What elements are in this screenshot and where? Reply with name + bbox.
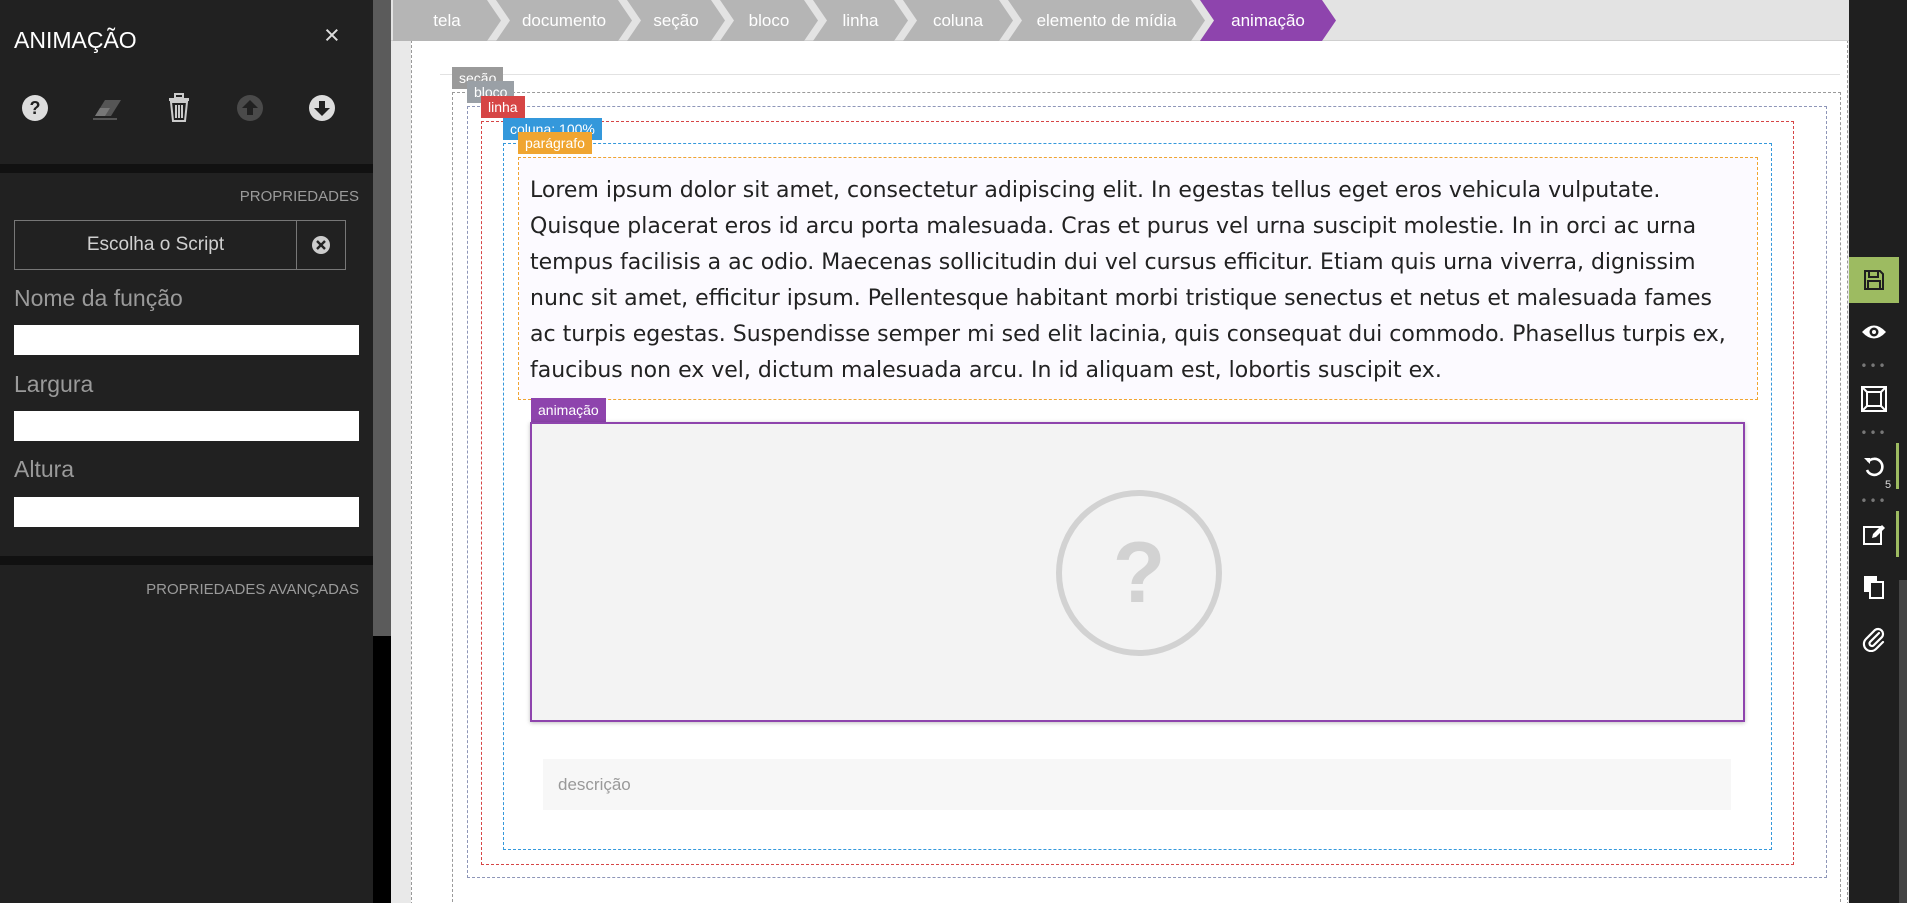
preview-icon[interactable] bbox=[1849, 309, 1899, 355]
width-input[interactable] bbox=[14, 411, 359, 441]
paragraph-text[interactable]: Lorem ipsum dolor sit amet, consectetur … bbox=[530, 173, 1730, 389]
attach-icon[interactable] bbox=[1849, 616, 1899, 662]
undo-accent bbox=[1896, 443, 1899, 489]
question-mark: ? bbox=[1112, 524, 1166, 621]
copy-icon[interactable] bbox=[1849, 564, 1899, 610]
undo-count: 5 bbox=[1885, 479, 1892, 491]
animation-element[interactable]: ? bbox=[530, 422, 1745, 722]
script-selector: Escolha o Script bbox=[14, 220, 346, 270]
toolbar-scrollbar[interactable] bbox=[1899, 580, 1907, 903]
panel-toolbar: ? bbox=[0, 90, 373, 134]
breadcrumb-item[interactable]: bloco bbox=[720, 0, 818, 41]
breadcrumb: tela documento seção bloco linha coluna … bbox=[391, 0, 1849, 41]
eraser-icon[interactable] bbox=[89, 90, 125, 126]
choose-script-button[interactable]: Escolha o Script bbox=[15, 221, 297, 269]
height-label: Altura bbox=[14, 456, 75, 482]
trash-icon[interactable] bbox=[161, 90, 197, 126]
description-input[interactable]: descrição bbox=[543, 759, 1731, 810]
breadcrumb-item[interactable]: elemento de mídia bbox=[1008, 0, 1205, 41]
move-up-icon[interactable] bbox=[232, 90, 268, 126]
close-icon[interactable]: × bbox=[324, 20, 340, 51]
properties-panel: ANIMAÇÃO × ? PROPRIEDADES Escolha o Scri… bbox=[0, 0, 373, 903]
breadcrumb-item[interactable]: documento bbox=[496, 0, 632, 41]
unknown-media-icon: ? bbox=[1056, 490, 1222, 656]
panel-title: ANIMAÇÃO bbox=[14, 27, 137, 53]
panel-divider bbox=[0, 556, 373, 565]
edit-icon[interactable] bbox=[1849, 511, 1899, 557]
help-icon[interactable]: ? bbox=[17, 90, 53, 126]
breadcrumb-item[interactable]: linha bbox=[813, 0, 908, 41]
breadcrumb-item[interactable]: seção bbox=[627, 0, 725, 41]
right-toolbar: ••• ••• 5 ••• bbox=[1849, 0, 1907, 903]
fit-screen-icon[interactable] bbox=[1849, 376, 1899, 422]
animation-tag[interactable]: animação bbox=[531, 398, 606, 422]
height-input[interactable] bbox=[14, 497, 359, 527]
move-down-icon[interactable] bbox=[304, 90, 340, 126]
svg-text:?: ? bbox=[30, 98, 41, 118]
function-name-label: Nome da função bbox=[14, 285, 183, 311]
panel-scrollbar-thumb[interactable] bbox=[373, 0, 391, 636]
breadcrumb-item[interactable]: tela bbox=[393, 0, 501, 41]
undo-icon[interactable] bbox=[1849, 443, 1899, 489]
breadcrumb-item[interactable]: coluna bbox=[903, 0, 1013, 41]
clear-script-icon[interactable] bbox=[297, 221, 345, 269]
toolbar-separator: ••• bbox=[1860, 359, 1888, 373]
breadcrumb-item-active[interactable]: animação bbox=[1200, 0, 1336, 41]
edit-accent bbox=[1896, 511, 1899, 557]
toolbar-separator: ••• bbox=[1860, 426, 1888, 440]
properties-heading: PROPRIEDADES bbox=[239, 188, 359, 205]
function-name-input[interactable] bbox=[14, 325, 359, 355]
width-label: Largura bbox=[14, 371, 94, 397]
page-divider bbox=[440, 74, 1840, 75]
paragraph-tag[interactable]: parágrafo bbox=[518, 132, 592, 154]
panel-divider bbox=[0, 164, 373, 173]
toolbar-separator: ••• bbox=[1860, 494, 1888, 508]
advanced-properties-heading[interactable]: PROPRIEDADES AVANÇADAS bbox=[146, 581, 359, 598]
row-tag[interactable]: linha bbox=[481, 96, 525, 118]
save-icon[interactable] bbox=[1849, 257, 1899, 303]
